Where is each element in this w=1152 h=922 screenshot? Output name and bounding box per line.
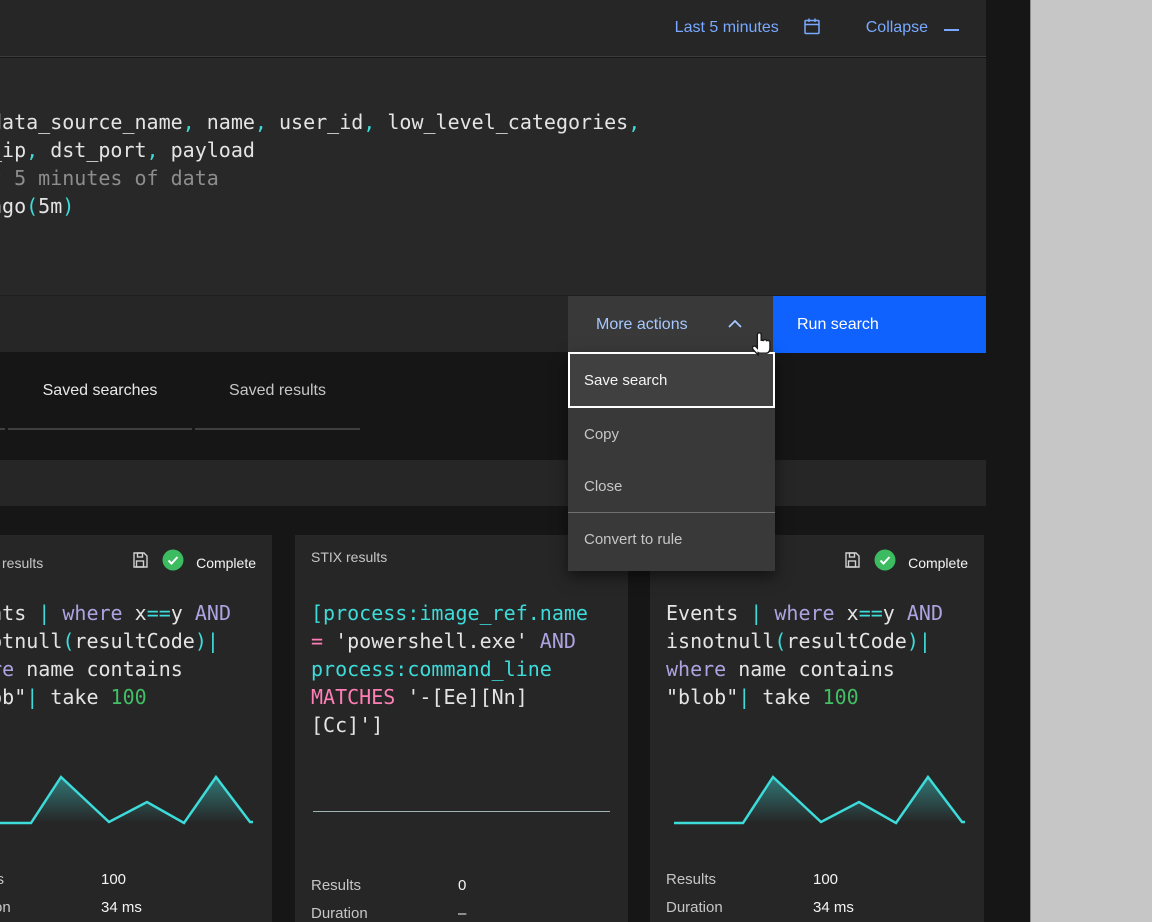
menu-item-close[interactable]: Close (568, 460, 775, 512)
query-editor-code[interactable]: data_source_name, name, user_id, low_lev… (0, 108, 640, 220)
result-card-stix[interactable]: STIX results [process:image_ref.name= 'p… (295, 535, 628, 922)
status-badge: Complete (908, 555, 968, 571)
card-stats: Results 100 Duration 34 ms (0, 871, 256, 916)
kql-code: Events | where x==y ANDisnotnull(resultC… (666, 599, 976, 711)
duration-value: 34 ms (101, 899, 256, 916)
card-title: STIX results (311, 549, 612, 565)
results-label: Results (311, 877, 458, 894)
menu-item-convert-to-rule[interactable]: Convert to rule (568, 513, 775, 565)
tab-saved-searches-label: Saved searches (43, 382, 158, 400)
result-card-left[interactable]: results Complete Events | where x==y AND… (0, 535, 272, 922)
result-card-right[interactable]: Complete Events | where x==y ANDisnotnul… (650, 535, 984, 922)
more-actions-menu: Save search Copy Close Convert to rule (568, 352, 775, 571)
query-top-bar: Last 5 minutes Collapse (0, 0, 986, 57)
results-label: Results (0, 871, 101, 888)
desktop-background (1030, 0, 1152, 922)
time-range-selector[interactable]: Last 5 minutes (675, 16, 822, 41)
more-actions-label: More actions (596, 316, 688, 334)
card-header: results Complete (0, 549, 256, 576)
stix-code: [process:image_ref.name= 'powershell.exe… (311, 599, 620, 739)
duration-value: – (458, 905, 612, 922)
collapse-button[interactable]: Collapse (866, 19, 959, 37)
menu-item-copy[interactable]: Copy (568, 408, 775, 460)
run-search-button[interactable]: Run search (773, 296, 986, 353)
time-range-label: Last 5 minutes (675, 19, 779, 37)
complete-icon (874, 549, 896, 576)
tab-saved-results[interactable]: Saved results (195, 354, 360, 430)
card-header: STIX results (311, 549, 612, 565)
tab-saved-results-label: Saved results (229, 382, 326, 400)
complete-icon (162, 549, 184, 576)
duration-label: Duration (666, 899, 813, 916)
calendar-icon[interactable] (802, 16, 822, 41)
status-group: Complete (130, 549, 256, 576)
results-toolbar (0, 460, 986, 506)
save-icon[interactable] (842, 550, 862, 575)
run-search-label: Run search (797, 316, 879, 334)
results-label: Results (666, 871, 813, 888)
save-icon[interactable] (130, 550, 150, 575)
results-value: 100 (813, 871, 968, 888)
duration-label: Duration (311, 905, 458, 922)
query-editor[interactable]: data_source_name, name, user_id, low_lev… (0, 58, 986, 295)
duration-value: 34 ms (813, 899, 968, 916)
status-group: Complete (842, 549, 968, 576)
card-stats: Results 100 Duration 34 ms (666, 871, 968, 916)
results-value: 100 (101, 871, 256, 888)
menu-item-save-search[interactable]: Save search (568, 352, 775, 408)
results-value: 0 (458, 877, 612, 894)
results-sparkline (0, 775, 254, 825)
results-sparkline (670, 775, 966, 825)
duration-label: Duration (0, 899, 101, 916)
search-action-bar: More actions Run search (0, 295, 986, 352)
card-stats: Results 0 Duration – (311, 877, 612, 922)
card-title: results (2, 555, 130, 571)
status-badge: Complete (196, 555, 256, 571)
chevron-up-icon (727, 316, 743, 334)
more-actions-button[interactable]: More actions (568, 296, 773, 353)
empty-sparkline (313, 811, 610, 812)
tab-stub (0, 428, 5, 430)
collapse-label: Collapse (866, 19, 928, 37)
collapse-minus-icon (944, 19, 959, 37)
tab-saved-searches[interactable]: Saved searches (8, 354, 192, 430)
kql-code: Events | where x==y ANDisnotnull(resultC… (0, 599, 264, 711)
